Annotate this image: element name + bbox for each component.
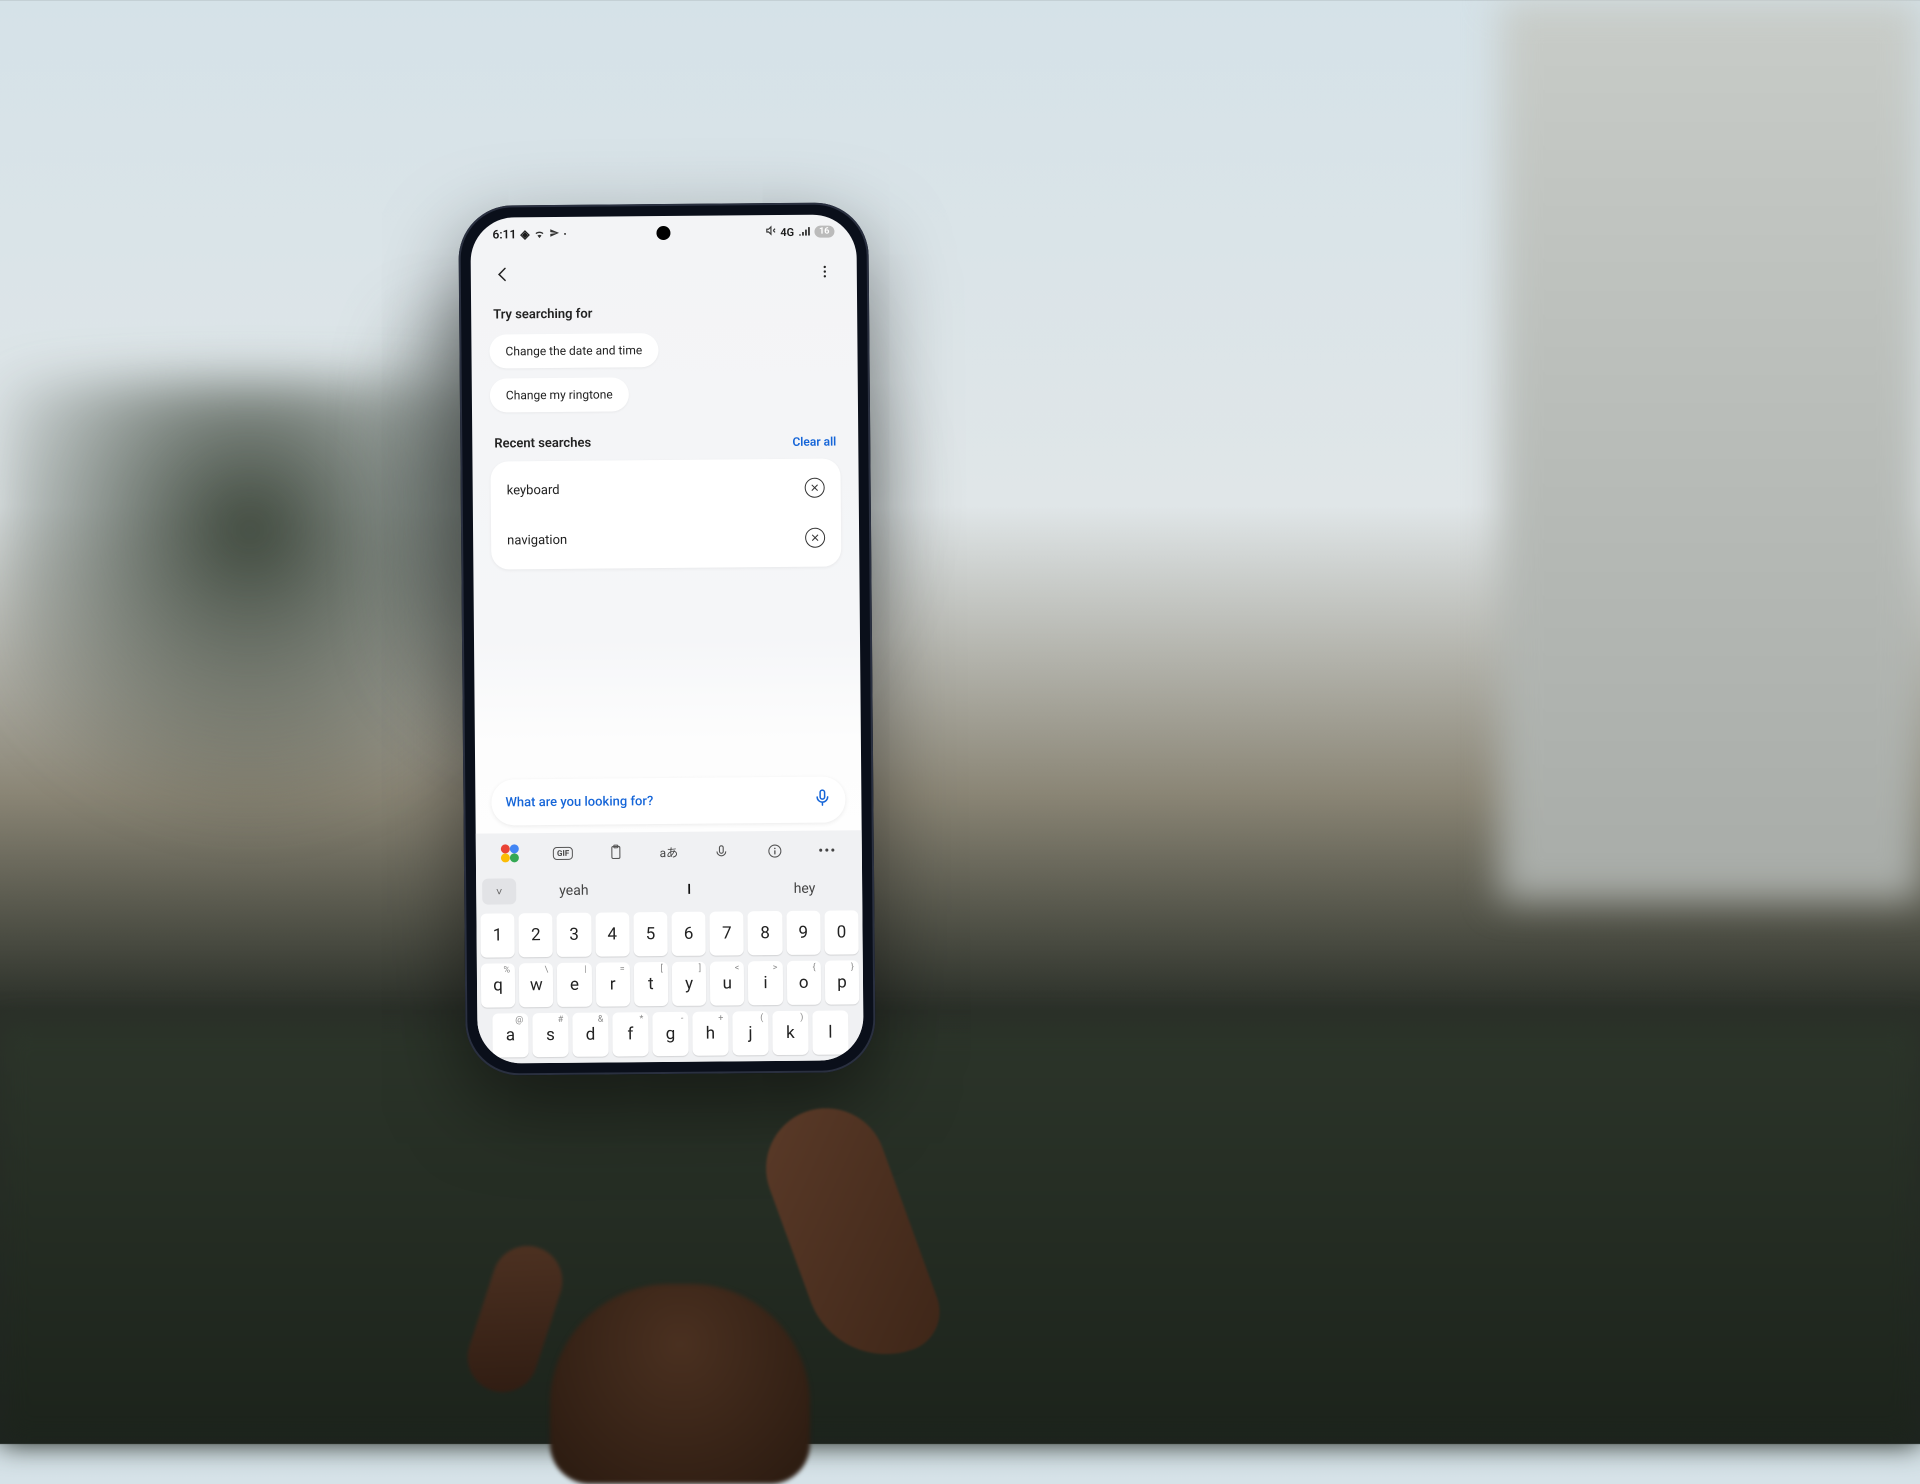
key-6[interactable]: 6 — [671, 912, 706, 956]
key-7[interactable]: 7 — [710, 911, 745, 955]
phone-screen: 6:11 ◈ • 4G 16 — [470, 214, 863, 1063]
key-s[interactable]: s# — [532, 1013, 568, 1057]
suggestions-heading: Try searching for — [493, 304, 839, 322]
gboard-logo-icon[interactable] — [495, 838, 525, 868]
key-a[interactable]: a@ — [492, 1013, 528, 1057]
gif-icon[interactable]: GIF — [548, 838, 578, 868]
key-9[interactable]: 9 — [786, 911, 821, 955]
key-u[interactable]: u< — [710, 961, 745, 1005]
app-header — [471, 248, 857, 297]
translate-icon[interactable]: aあ — [654, 837, 684, 867]
battery-level: 16 — [814, 226, 834, 238]
recent-heading: Recent searches — [494, 436, 591, 452]
info-icon[interactable] — [759, 836, 789, 866]
background-building — [1500, 0, 1920, 900]
key-h[interactable]: h+ — [692, 1011, 728, 1055]
key-k[interactable]: k) — [772, 1011, 808, 1055]
key-i[interactable]: i> — [748, 961, 783, 1005]
key-g[interactable]: g- — [652, 1012, 688, 1056]
mute-icon — [765, 225, 776, 239]
suggestion-chip[interactable]: Change the date and time — [489, 333, 658, 368]
keyboard-row: q%w\e|r=t[y]u<i>o{p} — [481, 960, 859, 1007]
signal-icon — [798, 225, 810, 238]
key-p[interactable]: p} — [825, 960, 860, 1004]
more-icon[interactable]: ••• — [812, 835, 842, 865]
key-f[interactable]: f* — [612, 1012, 648, 1056]
key-4[interactable]: 4 — [595, 912, 630, 956]
status-dot: • — [563, 229, 566, 238]
camera-hole — [656, 226, 670, 240]
keyboard-row: a@s#d&f*g-h+j(k)l — [481, 1010, 859, 1057]
keyboard: GIF aあ ••• ˅ yeah I hey 123 — [476, 830, 864, 1063]
key-o[interactable]: o{ — [786, 961, 821, 1005]
prediction[interactable]: hey — [747, 880, 862, 897]
clipboard-icon[interactable] — [601, 837, 631, 867]
more-button[interactable] — [811, 257, 839, 285]
send-icon — [549, 227, 559, 241]
background-grass — [0, 1024, 1920, 1444]
key-1[interactable]: 1 — [480, 913, 515, 957]
key-l[interactable]: l — [812, 1010, 848, 1054]
delete-icon[interactable] — [805, 528, 825, 548]
delete-icon[interactable] — [805, 478, 825, 498]
key-y[interactable]: y] — [672, 962, 707, 1006]
content-area: Try searching for Change the date and ti… — [471, 294, 861, 759]
voice-icon[interactable] — [707, 836, 737, 866]
key-3[interactable]: 3 — [557, 913, 592, 957]
keyboard-toolbar: GIF aあ ••• — [476, 830, 862, 873]
recent-label: navigation — [507, 532, 567, 548]
keyboard-number-row: 1234567890 — [480, 910, 858, 957]
key-e[interactable]: e| — [557, 963, 592, 1007]
search-placeholder: What are you looking for? — [505, 792, 805, 810]
key-w[interactable]: w\ — [519, 963, 554, 1007]
back-button[interactable] — [489, 260, 517, 288]
key-q[interactable]: q% — [481, 963, 516, 1007]
status-time: 6:11 — [492, 227, 516, 241]
key-j[interactable]: j( — [732, 1011, 768, 1055]
key-0[interactable]: 0 — [824, 910, 859, 954]
recent-label: keyboard — [507, 482, 560, 497]
key-t[interactable]: t[ — [634, 962, 669, 1006]
recent-item[interactable]: navigation — [491, 512, 841, 565]
phone-body: 6:11 ◈ • 4G 16 — [458, 202, 876, 1076]
prediction[interactable]: I — [631, 881, 746, 898]
key-d[interactable]: d& — [572, 1013, 608, 1057]
status-icon: ◈ — [520, 227, 529, 241]
prediction[interactable]: yeah — [516, 882, 631, 899]
prediction-expand[interactable]: ˅ — [482, 878, 516, 904]
suggestion-chip[interactable]: Change my ringtone — [490, 377, 629, 412]
keyboard-predictions: ˅ yeah I hey — [476, 870, 862, 909]
network-label: 4G — [780, 225, 794, 238]
wifi-icon — [533, 227, 545, 241]
key-5[interactable]: 5 — [633, 912, 668, 956]
key-2[interactable]: 2 — [519, 913, 554, 957]
search-input[interactable]: What are you looking for? — [491, 776, 845, 825]
mic-icon[interactable] — [813, 789, 831, 811]
recent-item[interactable]: keyboard — [490, 462, 840, 515]
key-r[interactable]: r= — [595, 962, 630, 1006]
key-8[interactable]: 8 — [748, 911, 783, 955]
clear-all-button[interactable]: Clear all — [792, 434, 836, 448]
recent-card: keyboard navigation — [490, 458, 841, 569]
